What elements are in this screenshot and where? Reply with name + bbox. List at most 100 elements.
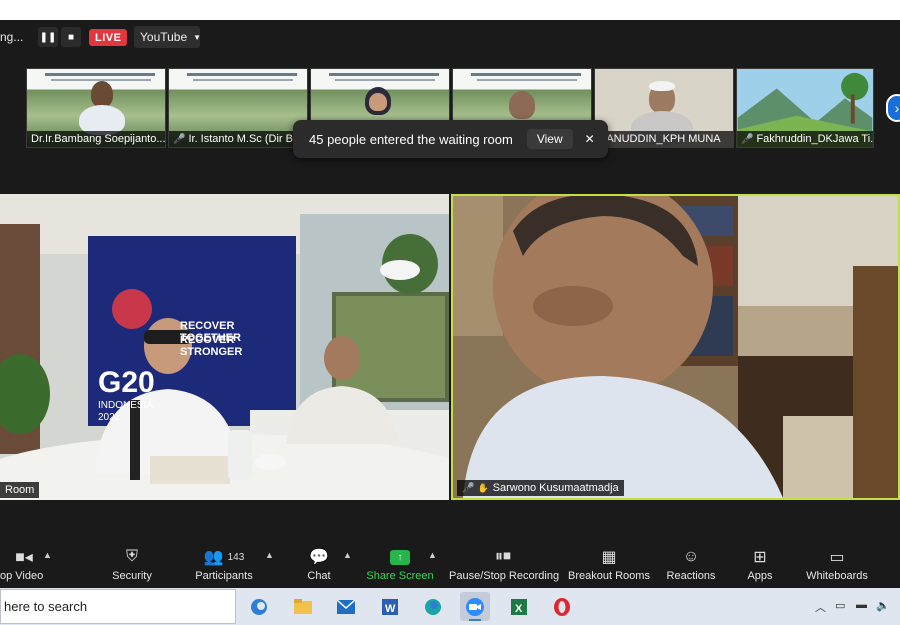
chevron-up-icon[interactable]: ▲ bbox=[428, 550, 437, 560]
chevron-up-icon[interactable]: ▲ bbox=[43, 550, 52, 560]
video-camera-icon: ■◂ bbox=[15, 549, 33, 566]
taskbar-word[interactable]: W bbox=[375, 592, 405, 621]
thumbnail-name: SANUDDIN_KPH MUNA bbox=[595, 131, 733, 147]
whiteboards-label: Whiteboards bbox=[806, 570, 868, 582]
video-tile-label: 🎤 ✋ Sarwono Kusumaatmadja bbox=[457, 480, 624, 496]
thumbnail-name: Dr.Ir.Bambang Soepijanto... bbox=[27, 131, 165, 147]
chat-button[interactable]: 💬 Chat bbox=[298, 544, 340, 588]
thumbnail-name: 🎤 Ir. Istanto M.Sc (Dir BU... bbox=[169, 131, 307, 147]
search-text: here to search bbox=[4, 599, 88, 614]
taskbar-file-explorer[interactable] bbox=[288, 592, 318, 621]
taskbar-zoom[interactable] bbox=[460, 592, 490, 621]
breakout-rooms-label: Breakout Rooms bbox=[568, 570, 650, 582]
participant-cap bbox=[649, 81, 675, 91]
participant-head bbox=[509, 91, 535, 119]
thumbnail-name: 🎤 Fakhruddin_DKJawa Ti... bbox=[737, 131, 873, 147]
taskbar-mail[interactable] bbox=[331, 592, 361, 621]
next-page-button[interactable]: › bbox=[886, 94, 900, 122]
share-screen-label: Share Screen bbox=[366, 570, 434, 582]
g20-year: 2022 bbox=[98, 412, 121, 423]
participant-thumbnail[interactable]: Dr.Ir.Bambang Soepijanto... bbox=[26, 68, 166, 148]
participants-button[interactable]: 👥 143 Participants bbox=[190, 544, 258, 588]
taskbar-opera[interactable] bbox=[547, 592, 577, 621]
edge-beta-icon bbox=[251, 598, 267, 615]
stop-video-button[interactable]: ■◂ op Video bbox=[0, 544, 48, 588]
recording-label: Pause/Stop Recording bbox=[449, 570, 560, 582]
chevron-up-icon[interactable]: ▲ bbox=[265, 550, 274, 560]
participant-thumbnail[interactable]: SANUDDIN_KPH MUNA bbox=[594, 68, 734, 148]
stop-video-label: op Video bbox=[0, 570, 44, 582]
window-top-strip bbox=[0, 0, 900, 20]
stop-stream-button[interactable]: ■ bbox=[61, 27, 81, 47]
participants-count: 143 bbox=[227, 551, 245, 563]
word-icon: W bbox=[382, 598, 398, 615]
video-tile-room[interactable]: G20 INDONESIA 2022 RECOVER TOGETHER RECO… bbox=[0, 194, 449, 500]
share-screen-icon: ↑ bbox=[366, 544, 434, 570]
participant-thumbnail[interactable]: 🎤 Fakhruddin_DKJawa Ti... bbox=[736, 68, 874, 148]
platform-dropdown[interactable]: YouTube ▼ bbox=[134, 26, 202, 48]
grid-icon: ▦ bbox=[601, 549, 617, 566]
speaker-scene bbox=[453, 196, 898, 498]
g20-country: INDONESIA bbox=[98, 400, 154, 411]
taskbar-edge[interactable] bbox=[418, 592, 448, 621]
mail-icon bbox=[336, 598, 356, 614]
share-screen-button[interactable]: ↑ Share Screen bbox=[366, 544, 434, 588]
chevron-up-icon[interactable]: ▲ bbox=[343, 550, 352, 560]
active-indicator bbox=[469, 619, 481, 621]
apps-button[interactable]: ⊞ Apps bbox=[740, 544, 780, 588]
zoom-window: ng... ❚❚ ■ LIVE YouTube ▼ Dr.Ir.Bambang … bbox=[0, 0, 900, 625]
participant-thumbnail[interactable]: 🎤 Ir. Istanto M.Sc (Dir BU... bbox=[168, 68, 308, 148]
mic-muted-icon: 🎤 bbox=[462, 483, 475, 494]
folder-icon bbox=[294, 598, 312, 614]
view-waiting-room-button[interactable]: View bbox=[526, 129, 573, 149]
toast-message: 45 people entered the waiting room bbox=[309, 131, 513, 147]
apps-label: Apps bbox=[747, 570, 773, 582]
taskbar-search-box[interactable]: here to search bbox=[0, 589, 236, 624]
pause-stop-recording-button[interactable]: ⏸⏹ Pause/Stop Recording bbox=[449, 544, 560, 588]
caret-down-icon: ▼ bbox=[193, 32, 202, 42]
chevron-up-icon[interactable]: ︿ bbox=[815, 599, 826, 615]
participant-head bbox=[91, 81, 113, 107]
participant-face bbox=[369, 93, 387, 111]
taskbar-excel[interactable]: X bbox=[504, 592, 534, 621]
security-button[interactable]: ⛨ Security bbox=[108, 544, 156, 588]
pause-stream-button[interactable]: ❚❚ bbox=[38, 27, 58, 47]
volume-icon[interactable]: 🔈 bbox=[876, 599, 890, 612]
apps-icon: ⊞ bbox=[753, 549, 767, 566]
svg-text:X: X bbox=[515, 603, 523, 615]
chat-bubble-icon: 💬 bbox=[309, 549, 329, 566]
raise-hand-icon: ✋ bbox=[477, 483, 489, 493]
taskbar-edge-beta[interactable] bbox=[244, 592, 274, 621]
video-tile-label: Room bbox=[0, 482, 40, 498]
reactions-label: Reactions bbox=[666, 570, 716, 582]
whiteboard-icon: ▭ bbox=[829, 549, 845, 566]
reactions-button[interactable]: ☺ Reactions bbox=[664, 544, 718, 588]
video-tile-active-speaker[interactable]: 🎤 ✋ Sarwono Kusumaatmadja bbox=[451, 194, 900, 500]
shield-icon: ⛨ bbox=[125, 548, 138, 565]
pause-icon: ❚❚ bbox=[39, 31, 57, 43]
participants-label: Participants bbox=[195, 570, 253, 582]
stop-icon: ■ bbox=[67, 31, 75, 43]
close-icon[interactable]: ✕ bbox=[585, 132, 595, 146]
meeting-toolbar: ■◂ op Video ▲ ⛨ Security 👥 143 Participan… bbox=[0, 544, 900, 588]
edge-icon bbox=[425, 598, 441, 615]
g20-banner: G20 INDONESIA 2022 RECOVER TOGETHER RECO… bbox=[88, 236, 296, 426]
network-icon[interactable]: ▭ bbox=[835, 599, 845, 612]
participants-icon-group: 👥 143 bbox=[190, 544, 258, 570]
windows-taskbar: here to search W X ︿ ▭ ▬ 🔈 bbox=[0, 588, 900, 625]
security-label: Security bbox=[112, 570, 152, 582]
breakout-rooms-button[interactable]: ▦ Breakout Rooms bbox=[567, 544, 651, 588]
waiting-room-toast: 45 people entered the waiting room View … bbox=[293, 120, 608, 158]
mic-muted-icon: 🎤 bbox=[741, 134, 754, 145]
chat-label: Chat bbox=[307, 570, 331, 582]
platform-label: YouTube bbox=[140, 30, 188, 44]
battery-icon[interactable]: ▬ bbox=[856, 599, 867, 611]
chevron-right-icon: › bbox=[894, 100, 900, 116]
smiley-plus-icon: ☺ bbox=[682, 548, 700, 565]
banner-line-2: RECOVER STRONGER bbox=[180, 334, 243, 358]
zoom-icon bbox=[466, 597, 484, 616]
opera-icon bbox=[554, 597, 570, 616]
zoom-meeting-area: ng... ❚❚ ■ LIVE YouTube ▼ Dr.Ir.Bambang … bbox=[0, 20, 900, 588]
whiteboards-button[interactable]: ▭ Whiteboards bbox=[803, 544, 871, 588]
people-icon: 👥 bbox=[203, 549, 224, 566]
